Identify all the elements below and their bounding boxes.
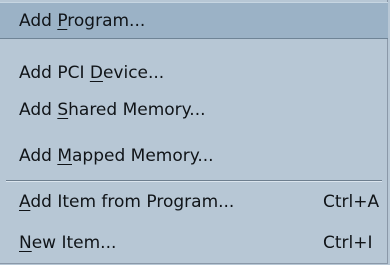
menu-item-add-shared-memory[interactable]: Add Shared Memory... bbox=[0, 91, 388, 128]
menu-item-label: Add Item from Program... bbox=[19, 191, 235, 212]
menu-item-label: Add Mapped Memory... bbox=[19, 145, 214, 166]
menu-separator bbox=[6, 180, 382, 182]
menu-item-label: New Item... bbox=[19, 232, 117, 253]
context-menu: Add Program... Add PCI Device... Add Sha… bbox=[0, 0, 388, 264]
menu-item-add-item-from-program[interactable]: Add Item from Program... Ctrl+A bbox=[0, 183, 388, 220]
menu-item-add-pci-device[interactable]: Add PCI Device... bbox=[0, 54, 388, 91]
menu-item-label: Add Program... bbox=[19, 10, 146, 31]
menu-item-shortcut: Ctrl+I bbox=[323, 232, 373, 253]
menu-item-add-mapped-memory[interactable]: Add Mapped Memory... bbox=[0, 137, 388, 174]
menu-item-label: Add PCI Device... bbox=[19, 62, 165, 83]
menu-item-shortcut: Ctrl+A bbox=[323, 191, 380, 212]
menu-item-label: Add Shared Memory... bbox=[19, 99, 206, 120]
menu-item-add-program[interactable]: Add Program... bbox=[0, 2, 388, 39]
menu-item-new-item[interactable]: New Item... Ctrl+I bbox=[0, 224, 388, 261]
